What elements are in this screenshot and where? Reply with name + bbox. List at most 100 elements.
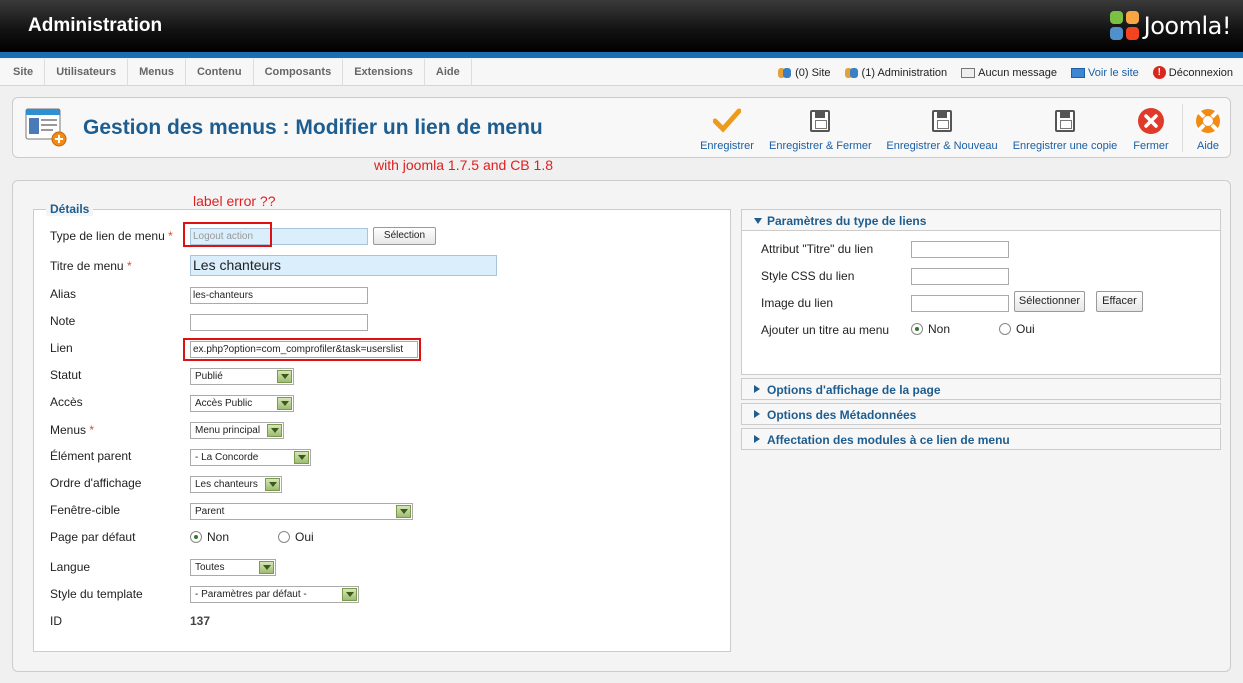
page-title: Gestion des menus : Modifier un lien de … (83, 116, 543, 139)
menu-manager-icon (25, 108, 67, 147)
select-image-button[interactable]: Sélectionner (1014, 291, 1085, 312)
select-type-button[interactable]: Sélection (373, 227, 436, 245)
chevron-down-icon (277, 397, 292, 410)
access-value: Accès Public (195, 398, 253, 409)
clear-image-button[interactable]: Effacer (1096, 291, 1143, 312)
alias-label: Alias (50, 287, 77, 301)
chevron-down-icon (277, 370, 292, 383)
view-site-text: Voir le site (1088, 66, 1139, 79)
default-yes-label: Oui (295, 530, 314, 544)
floppy-add-icon (932, 110, 952, 132)
save-copy-button[interactable]: Enregistrer une copie (1012, 106, 1118, 152)
radio-icon (999, 323, 1011, 335)
menu-help[interactable]: Aide (425, 59, 472, 86)
menus-value: Menu principal (195, 425, 261, 436)
add-title-no-radio[interactable]: Non (911, 322, 950, 336)
menu-extensions[interactable]: Extensions (343, 59, 425, 86)
alias-input[interactable]: les-chanteurs (190, 287, 368, 304)
save-close-button[interactable]: Enregistrer & Fermer (769, 106, 872, 152)
target-label: Fenêtre-cible (50, 503, 121, 517)
note-label: Note (50, 314, 76, 328)
language-select[interactable]: Toutes (190, 559, 276, 576)
close-button[interactable]: Fermer (1131, 106, 1171, 152)
chevron-down-icon (294, 451, 309, 464)
monitor-icon (1071, 67, 1086, 78)
default-page-label: Page par défaut (50, 530, 136, 544)
page-display-accordion[interactable]: Options d'affichage de la page (741, 378, 1221, 400)
status-value: Publié (195, 371, 223, 382)
floppy-icon (810, 110, 830, 132)
modules-accordion[interactable]: Affectation des modules à ce lien de men… (741, 428, 1221, 450)
metadata-accordion[interactable]: Options des Métadonnées (741, 403, 1221, 425)
chevron-down-icon (396, 505, 411, 518)
menus-select[interactable]: Menu principal (190, 422, 284, 439)
title-attr-input[interactable] (911, 241, 1009, 258)
language-value: Toutes (195, 562, 225, 573)
help-label: Aide (1196, 140, 1220, 152)
admin-users-text: (1) Administration (861, 66, 948, 79)
metadata-title: Options des Métadonnées (767, 408, 917, 422)
view-site-link[interactable]: Voir le site (1071, 67, 1139, 79)
toolbar-divider (1182, 104, 1183, 152)
message-icon (961, 67, 976, 78)
image-input[interactable] (911, 295, 1009, 312)
save-close-label: Enregistrer & Fermer (769, 140, 872, 152)
admin-header: Administration Joomla! (0, 0, 1243, 52)
add-title-yes-radio[interactable]: Oui (999, 322, 1035, 336)
chevron-down-icon (265, 478, 280, 491)
menu-content[interactable]: Contenu (186, 59, 254, 86)
css-input[interactable] (911, 268, 1009, 285)
target-value: Parent (195, 506, 225, 517)
version-annotation: with joomla 1.7.5 and CB 1.8 (374, 157, 553, 173)
logout-link[interactable]: ! Déconnexion (1152, 66, 1233, 79)
params-accordion-header[interactable]: Paramètres du type de liens (741, 209, 1221, 231)
menu-components[interactable]: Composants (254, 59, 344, 86)
parent-select[interactable]: - La Concorde (190, 449, 311, 466)
default-page-no-radio[interactable]: Non (190, 530, 229, 544)
menu-title-input[interactable]: Les chanteurs (190, 255, 497, 276)
required-mark: * (126, 259, 132, 273)
access-select[interactable]: Accès Public (190, 395, 294, 412)
title-label-text: Titre de menu (50, 259, 124, 273)
add-title-no-text: Non (928, 322, 951, 336)
save-new-button[interactable]: Enregistrer & Nouveau (886, 106, 998, 152)
radio-selected-icon (190, 531, 202, 543)
joomla-logo-text: Joomla! (1143, 12, 1232, 40)
users-icon (844, 67, 859, 79)
messages-status[interactable]: Aucun message (961, 67, 1057, 79)
add-title-yes-text: Oui (1016, 322, 1035, 336)
checkmark-icon (713, 108, 741, 133)
link-label: Lien (50, 341, 73, 355)
modules-title: Affectation des modules à ce lien de men… (767, 433, 1010, 447)
save-button[interactable]: Enregistrer (699, 106, 755, 152)
template-style-value: - Paramètres par défaut - (195, 589, 307, 600)
target-select[interactable]: Parent (190, 503, 413, 520)
menu-users[interactable]: Utilisateurs (45, 59, 129, 86)
image-label: Image du lien (761, 296, 834, 310)
floppy-copy-icon (1055, 110, 1075, 132)
joomla-logo-icon (1109, 11, 1140, 41)
template-style-select[interactable]: - Paramètres par défaut - (190, 586, 359, 603)
status-select[interactable]: Publié (190, 368, 294, 385)
menu-site[interactable]: Site (2, 59, 46, 86)
help-button[interactable]: Aide (1190, 106, 1226, 152)
save-new-label: Enregistrer & Nouveau (886, 140, 998, 152)
logout-icon: ! (1152, 66, 1166, 79)
toolbar-panel: Gestion des menus : Modifier un lien de … (12, 97, 1231, 158)
template-style-label: Style du template (50, 587, 143, 601)
type-label: Type de lien de menu * (50, 229, 173, 243)
note-input[interactable] (190, 314, 368, 331)
menu-menus[interactable]: Menus (128, 59, 186, 86)
logout-text: Déconnexion (1168, 66, 1233, 79)
required-mark: * (89, 423, 95, 437)
params-title: Paramètres du type de liens (767, 214, 927, 228)
header-accent-bar (0, 52, 1243, 58)
header-title: Administration (28, 15, 163, 36)
order-select[interactable]: Les chanteurs (190, 476, 282, 493)
order-value: Les chanteurs (195, 479, 258, 490)
site-users-text: (0) Site (795, 66, 831, 79)
title-label: Titre de menu * (50, 259, 132, 273)
save-copy-label: Enregistrer une copie (1012, 140, 1118, 152)
menus-label: Menus * (50, 423, 94, 437)
default-page-yes-radio[interactable]: Oui (278, 530, 314, 544)
